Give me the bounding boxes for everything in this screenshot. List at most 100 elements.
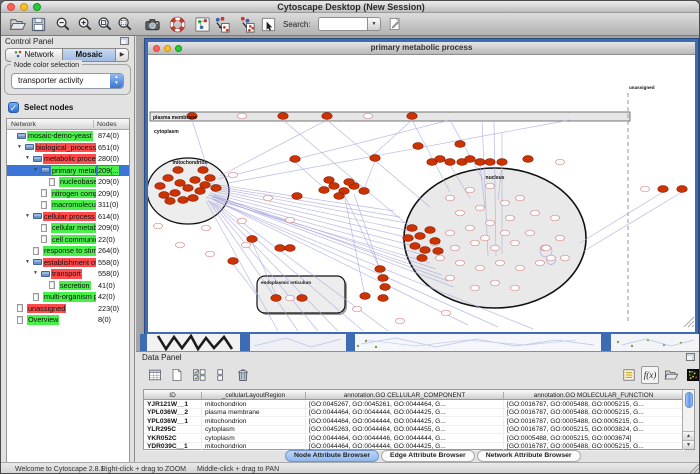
- import-attributes-icon[interactable]: [662, 366, 680, 384]
- app-titlebar[interactable]: Cytoscape Desktop (New Session): [1, 1, 700, 13]
- table-row[interactable]: YPL036W__2plasma membrane[GO:0044464, GO…: [144, 409, 684, 418]
- network-view-window[interactable]: primary metabolic process plasma membran…: [145, 39, 698, 335]
- table-row[interactable]: YLR295Ccytoplasm[GO:0045263, GO:0044464,…: [144, 426, 684, 435]
- tree-row-nodes-count: 651(0): [98, 143, 119, 153]
- tab-overflow-arrow[interactable]: ▶: [116, 48, 129, 62]
- tree-row[interactable]: secretion41(0): [7, 280, 129, 292]
- table-cell: [GO:0016787, GO:0005215, GO:0003824, G..…: [504, 426, 684, 434]
- create-view-icon[interactable]: [238, 15, 257, 34]
- network-canvas[interactable]: plasma membranecytoplasmmitochondrionnuc…: [148, 55, 695, 332]
- table-cell: YKR052C: [144, 435, 202, 443]
- app-title: Cytoscape Desktop (New Session): [1, 2, 700, 12]
- tree-row-label: nitrogen compo: [51, 189, 96, 199]
- tree-row[interactable]: ▼cellular process614(0): [7, 211, 129, 223]
- tree-row[interactable]: nitrogen compo209(0): [7, 188, 129, 200]
- help-icon[interactable]: [168, 15, 187, 34]
- tree-row-nodes-count: 8(0): [98, 315, 111, 325]
- scrollbar-thumb[interactable]: [685, 392, 693, 408]
- float-panel-icon[interactable]: [120, 37, 129, 45]
- browser-tabs: Node Attribute Browser Edge Attribute Br…: [285, 450, 581, 462]
- tree-row-nodes-count: 223(0): [98, 304, 119, 314]
- tab-network-attribute-browser[interactable]: Network Attribute Browser: [477, 450, 581, 462]
- select-attributes-icon[interactable]: [190, 366, 208, 384]
- tree-row[interactable]: ▼ biological_process651(0): [7, 142, 129, 154]
- network-tree-header: Network Nodes: [7, 119, 129, 130]
- save-session-icon[interactable]: [29, 15, 48, 34]
- destroy-network-icon[interactable]: [213, 15, 232, 34]
- node-color-combobox[interactable]: transporter activity ▲▼: [11, 73, 124, 89]
- disclosure-triangle-icon[interactable]: ▼: [25, 155, 30, 161]
- file-icon: [33, 293, 39, 301]
- disclosure-triangle-icon[interactable]: ▼: [25, 259, 30, 265]
- table-row[interactable]: YKR052Ccytoplasm[GO:0044464, GO:0044446,…: [144, 434, 684, 443]
- tab-node-attribute-browser[interactable]: Node Attribute Browser: [285, 450, 379, 462]
- disclosure-triangle-icon[interactable]: ▼: [33, 270, 38, 276]
- scroll-down-icon[interactable]: ▼: [683, 440, 694, 449]
- table-cell: [GO:0016787, GO:0005488, GO:0005215, G..…: [504, 418, 684, 426]
- formula-builder-icon[interactable]: f(x): [641, 366, 659, 384]
- attribute-matrix-icon[interactable]: [684, 366, 700, 384]
- tree-row[interactable]: cell communicat22(0): [7, 234, 129, 246]
- network-desktop: primary metabolic process plasma membran…: [136, 36, 700, 351]
- tree-row-label: primary metabo: [51, 166, 96, 176]
- table-cell: [GO:0044464, GO:0044444, GO:0044425, G..…: [306, 418, 504, 426]
- tree-row[interactable]: response to stimulu264(0): [7, 245, 129, 257]
- attribute-table[interactable]: ID _cellularLayoutRegion annotation.GO C…: [143, 389, 695, 450]
- zoom-out-icon[interactable]: [54, 15, 73, 34]
- disclosure-triangle-icon[interactable]: ▼: [25, 213, 30, 219]
- snapshot-icon[interactable]: [143, 15, 162, 34]
- main-toolbar: Search: ▼: [1, 13, 700, 36]
- zoom-fit-icon[interactable]: [96, 15, 115, 34]
- tree-row[interactable]: Overview8(0): [7, 314, 129, 326]
- tree-row[interactable]: mosaic-demo-yeast874(0): [7, 130, 129, 142]
- control-panel-title: Control Panel: [5, 37, 53, 46]
- delete-attribute-icon[interactable]: [234, 366, 252, 384]
- combobox-stepper-icon[interactable]: ▲▼: [110, 74, 123, 88]
- resize-grip-icon[interactable]: [688, 462, 700, 474]
- tree-row-label: biological_process: [35, 143, 96, 153]
- unselect-attributes-icon[interactable]: [212, 366, 230, 384]
- search-dropdown-arrow[interactable]: ▼: [368, 17, 381, 31]
- tab-edge-attribute-browser[interactable]: Edge Attribute Browser: [381, 450, 475, 462]
- annotation-icon[interactable]: [259, 15, 278, 34]
- tree-row[interactable]: multi-organism pro42(0): [7, 291, 129, 303]
- search-options-icon[interactable]: [387, 16, 403, 32]
- zoom-in-icon[interactable]: [76, 15, 95, 34]
- attribute-table-header[interactable]: ID _cellularLayoutRegion annotation.GO C…: [144, 390, 684, 400]
- attribute-list-icon[interactable]: [620, 366, 638, 384]
- tree-row[interactable]: nucleobase-209(0): [7, 176, 129, 188]
- select-nodes-checkbox[interactable]: ✓: [8, 102, 19, 113]
- table-row[interactable]: YPL036W__1mitochondrion[GO:0044464, GO:0…: [144, 417, 684, 426]
- data-panel-float-icon[interactable]: [686, 353, 695, 361]
- tree-row[interactable]: macromolecule311(0): [7, 199, 129, 211]
- open-session-icon[interactable]: [8, 15, 27, 34]
- tree-row-nodes-count: 42(0): [98, 292, 115, 302]
- table-cell: [GO:0044464, GO:0044446, GO:0044444, G..…: [306, 435, 504, 443]
- table-scrollbar[interactable]: ▲ ▼: [682, 390, 694, 449]
- network-window-titlebar[interactable]: primary metabolic process: [148, 42, 695, 55]
- tree-row-label: unassigned: [27, 304, 66, 314]
- file-icon: [17, 304, 23, 312]
- disclosure-triangle-icon[interactable]: ▼: [33, 167, 38, 173]
- tree-row[interactable]: unassigned 223(0): [7, 303, 129, 315]
- table-cell: YLR295C: [144, 426, 202, 434]
- search-input[interactable]: [318, 17, 368, 31]
- new-attribute-icon[interactable]: [168, 366, 186, 384]
- table-cell: mitochondrion: [202, 401, 306, 409]
- tree-row[interactable]: ▼primary metabo209(...: [7, 165, 129, 177]
- table-row[interactable]: YJR121W__1mitochondrion[GO:0045267, GO:0…: [144, 400, 684, 409]
- control-panel: Control Panel Network Mosaic ▶ Node colo…: [1, 36, 135, 462]
- scroll-up-icon[interactable]: ▲: [683, 431, 694, 440]
- tree-row-nodes-count: 558(0): [98, 269, 119, 279]
- select-nodes-label: Select nodes: [24, 103, 73, 112]
- tree-row[interactable]: ▼metabolic process280(0): [7, 153, 129, 165]
- tree-row[interactable]: ▼establishment of lo558(0): [7, 257, 129, 269]
- tree-row[interactable]: cellular metabo209(0): [7, 222, 129, 234]
- file-icon: [17, 316, 23, 324]
- zoom-selected-icon[interactable]: [116, 15, 135, 34]
- network-overview-icon[interactable]: [193, 15, 212, 34]
- disclosure-triangle-icon[interactable]: ▼: [17, 144, 22, 150]
- attribute-table-icon[interactable]: [146, 366, 164, 384]
- tree-row[interactable]: ▼transport558(0): [7, 268, 129, 280]
- file-icon: [33, 247, 39, 255]
